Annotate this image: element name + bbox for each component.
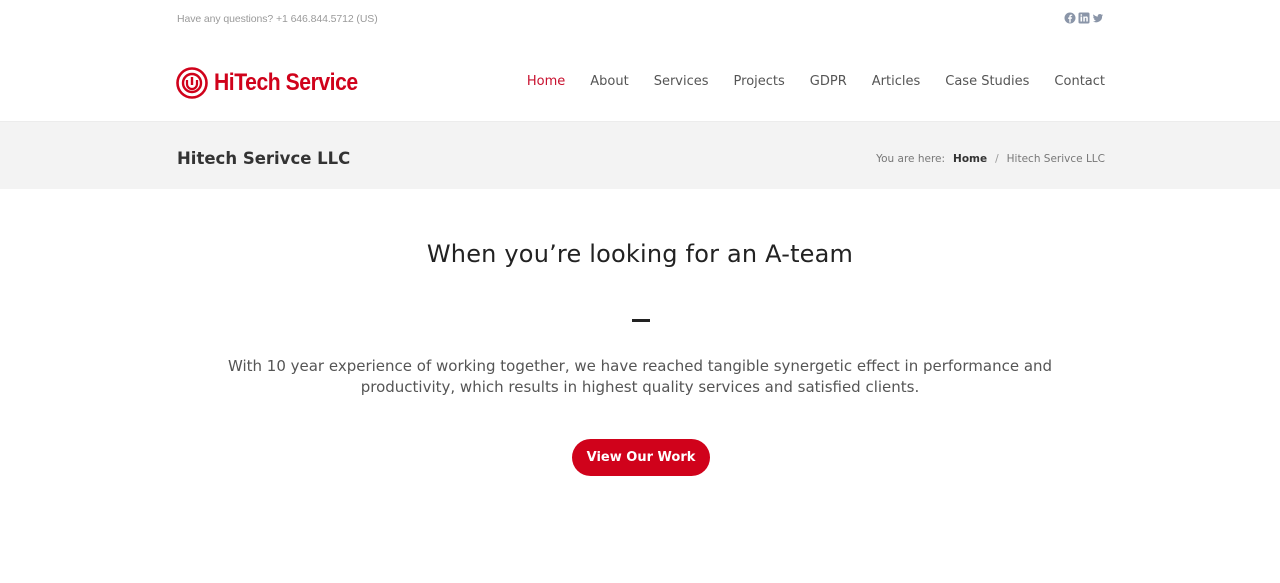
breadcrumb-current: Hitech Serivce LLC — [1006, 153, 1105, 165]
nav-item-articles[interactable]: Articles — [872, 74, 920, 89]
site-header: HiTech Service Home About Services Proje… — [0, 40, 1280, 122]
breadcrumb-home-link[interactable]: Home — [953, 153, 987, 165]
linkedin-icon[interactable] — [1078, 11, 1090, 24]
hero-title: When you’re looking for an A-team — [426, 240, 854, 268]
site-logo[interactable]: HiTech Service — [176, 67, 377, 99]
nav-item-gdpr[interactable]: GDPR — [810, 74, 847, 89]
hero-description: With 10 year experience of working toget… — [227, 357, 1053, 396]
nav-item-about[interactable]: About — [590, 74, 628, 89]
view-our-work-button[interactable]: View Our Work — [572, 439, 710, 476]
facebook-icon[interactable] — [1064, 11, 1076, 24]
divider — [632, 319, 650, 322]
page-title: Hitech Serivce LLC — [177, 149, 351, 168]
breadcrumb-separator: / — [995, 153, 999, 165]
brand-name: HiTech Service — [214, 69, 358, 96]
nav-item-contact[interactable]: Contact — [1054, 74, 1105, 89]
page-title-bar: Hitech Serivce LLC You are here: Home / … — [0, 122, 1280, 189]
nav-item-case-studies[interactable]: Case Studies — [945, 74, 1029, 89]
twitter-icon[interactable] — [1092, 11, 1104, 23]
nav-item-services[interactable]: Services — [654, 74, 709, 89]
logo-mark-icon — [176, 67, 208, 99]
breadcrumb-prefix: You are here: — [876, 153, 946, 165]
nav-item-home[interactable]: Home — [527, 74, 565, 89]
contact-text: Have any questions? +1 646.844.5712 (US) — [177, 13, 378, 25]
nav-item-projects[interactable]: Projects — [734, 74, 785, 89]
breadcrumb: You are here: Home / Hitech Serivce LLC — [876, 153, 1105, 165]
main-nav: Home About Services Projects GDPR Articl… — [527, 74, 1105, 89]
top-bar: Have any questions? +1 646.844.5712 (US) — [0, 0, 1280, 40]
social-links — [1064, 11, 1104, 24]
